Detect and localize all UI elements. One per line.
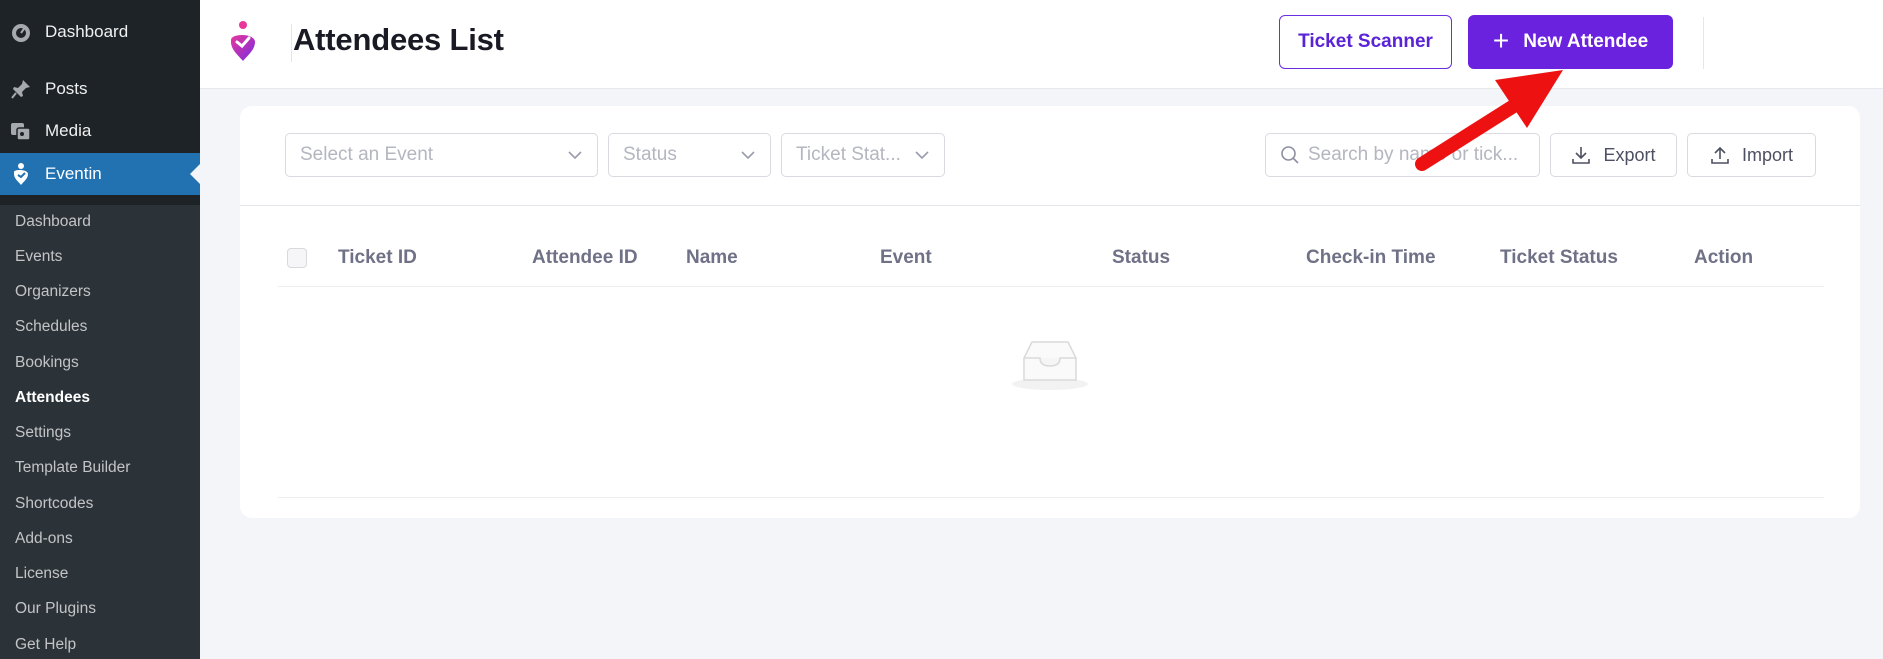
col-action: Action <box>1694 247 1754 268</box>
col-ticket-id: Ticket ID <box>338 247 417 268</box>
header-divider <box>291 24 292 62</box>
submenu-settings[interactable]: Settings <box>15 423 71 443</box>
submenu-attendees[interactable]: Attendees <box>15 388 90 408</box>
attendees-card: Select an Event Status Ticket Stat... Se… <box>240 106 1860 518</box>
page-title: Attendees List <box>293 22 504 57</box>
submenu-template-builder[interactable]: Template Builder <box>15 458 130 478</box>
media-icon <box>10 120 32 142</box>
submenu-bookings[interactable]: Bookings <box>15 353 79 373</box>
submenu-organizers[interactable]: Organizers <box>15 282 91 302</box>
page-header: Attendees List Ticket Scanner + New Atte… <box>200 0 1883 89</box>
col-name: Name <box>686 247 738 268</box>
dashboard-icon <box>10 21 32 43</box>
table-bottom-border <box>278 497 1824 498</box>
submenu-shortcodes[interactable]: Shortcodes <box>15 494 93 514</box>
eventin-submenu: Dashboard Events Organizers Schedules Bo… <box>0 205 200 659</box>
col-attendee-id: Attendee ID <box>532 247 638 268</box>
card-divider <box>240 205 1860 206</box>
ticket-status-select[interactable]: Ticket Stat... <box>781 133 945 177</box>
chevron-down-icon <box>741 151 755 160</box>
chevron-down-icon <box>915 151 929 160</box>
submenu-get-help[interactable]: Get Help <box>15 635 76 655</box>
search-icon <box>1281 146 1299 164</box>
submenu-our-plugins[interactable]: Our Plugins <box>15 599 96 619</box>
import-button[interactable]: Import <box>1687 133 1816 177</box>
col-event: Event <box>880 247 932 268</box>
status-select[interactable]: Status <box>608 133 771 177</box>
empty-inbox-icon <box>1012 341 1088 390</box>
header-separator <box>1703 17 1704 69</box>
submenu-license[interactable]: License <box>15 564 68 584</box>
menu-media[interactable]: Media <box>0 110 200 152</box>
event-select[interactable]: Select an Event <box>285 133 598 177</box>
submenu-schedules[interactable]: Schedules <box>15 317 87 337</box>
submenu-dashboard[interactable]: Dashboard <box>15 212 91 232</box>
annotation-arrow-icon <box>1415 70 1563 171</box>
menu-dashboard[interactable]: Dashboard <box>0 11 200 53</box>
submenu-add-ons[interactable]: Add-ons <box>15 529 73 549</box>
eventin-icon <box>10 163 32 185</box>
admin-sidebar: Dashboard Posts Media Eventin Dashboard … <box>0 0 200 659</box>
submenu-events[interactable]: Events <box>15 247 62 267</box>
chevron-down-icon <box>568 151 582 160</box>
eventin-logo-icon <box>231 21 255 61</box>
col-checkin-time: Check-in Time <box>1306 247 1436 268</box>
upload-icon <box>1711 146 1729 164</box>
menu-posts[interactable]: Posts <box>0 68 200 110</box>
col-ticket-status: Ticket Status <box>1500 247 1618 268</box>
menu-eventin[interactable]: Eventin <box>0 153 200 195</box>
table-header: Ticket ID Attendee ID Name Event Status … <box>278 233 1824 287</box>
plus-icon: + <box>1492 24 1510 56</box>
pin-icon <box>10 78 32 100</box>
select-all-checkbox[interactable] <box>287 248 307 268</box>
col-status: Status <box>1112 247 1171 268</box>
